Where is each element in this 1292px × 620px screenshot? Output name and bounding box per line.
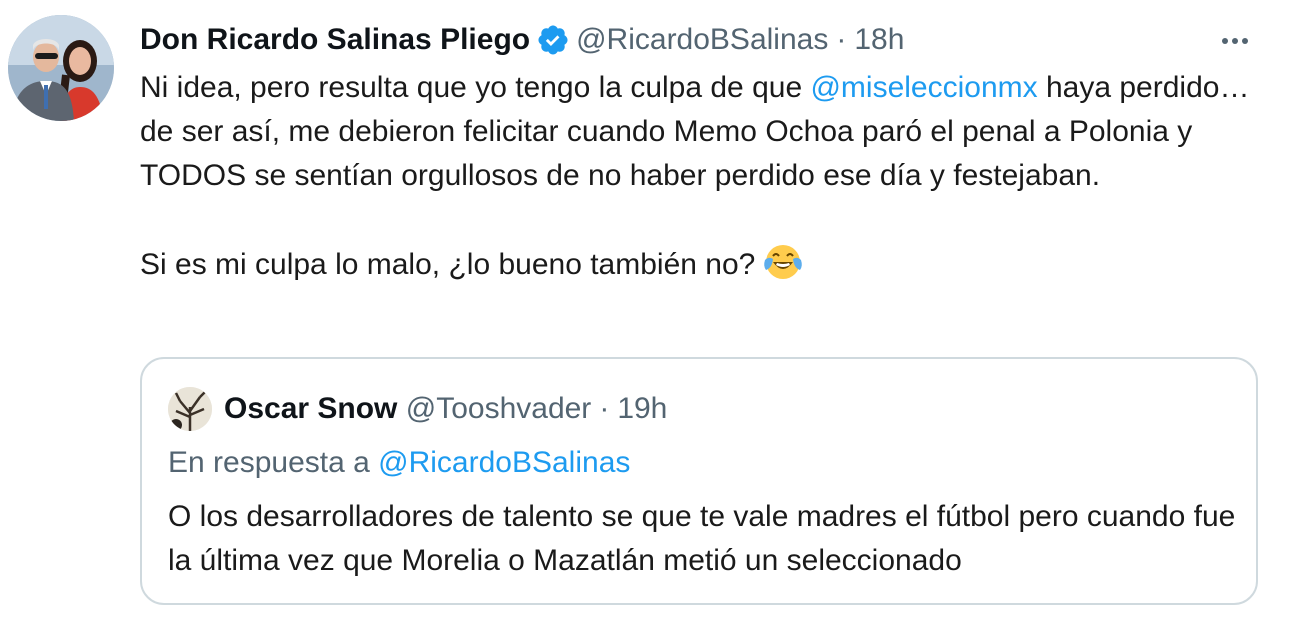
author-name[interactable]: Don Ricardo Salinas Pliego: [140, 18, 530, 62]
quoted-tweet-card[interactable]: Oscar Snow @Tooshvader · 19h En respuesta …: [140, 357, 1258, 605]
mention-link[interactable]: @miseleccionmx: [810, 71, 1037, 104]
reply-mention-link[interactable]: @RicardoBSalinas: [378, 446, 630, 479]
tweet-body: Ni idea, pero resulta que yo tengo la cu…: [140, 66, 1260, 287]
quoted-tweet-header: Oscar Snow @Tooshvader · 19h: [224, 387, 667, 431]
tweet-timestamp[interactable]: 18h: [854, 18, 904, 62]
body-text-before-mention: Ni idea, pero resulta que yo tengo la cu…: [140, 71, 811, 104]
quoted-author-handle[interactable]: @Tooshvader: [406, 392, 592, 425]
face-with-tears-of-joy-emoji: [764, 245, 803, 279]
quoted-header-separator: ·: [599, 392, 610, 425]
reply-prefix: En respuesta a: [168, 446, 379, 479]
header-separator: ·: [836, 23, 847, 56]
author-avatar[interactable]: [8, 15, 114, 121]
reply-context: En respuesta a @RicardoBSalinas: [168, 441, 630, 485]
tweet-paragraph-2: Si es mi culpa lo malo, ¿lo bueno tambié…: [140, 242, 1260, 287]
quoted-author-avatar[interactable]: [168, 387, 212, 431]
tweet-header: Don Ricardo Salinas Pliego @RicardoBSali…: [140, 18, 1272, 62]
tweet-card[interactable]: Don Ricardo Salinas Pliego @RicardoBSali…: [0, 0, 1292, 620]
quoted-tweet-text: O los desarrolladores de talento se que …: [168, 500, 1236, 577]
author-handle[interactable]: @RicardoBSalinas: [576, 18, 828, 62]
quoted-author-name[interactable]: Oscar Snow: [224, 392, 397, 425]
avatar-photo-icon: [8, 15, 114, 121]
quoted-avatar-photo-icon: [168, 387, 212, 431]
body-text-question: Si es mi culpa lo malo, ¿lo bueno tambié…: [140, 248, 756, 281]
tweet-paragraph-1: Ni idea, pero resulta que yo tengo la cu…: [140, 66, 1260, 198]
quoted-tweet-timestamp[interactable]: 19h: [617, 392, 667, 425]
more-options-icon[interactable]: [1218, 24, 1252, 58]
verified-badge-icon: [538, 25, 568, 55]
